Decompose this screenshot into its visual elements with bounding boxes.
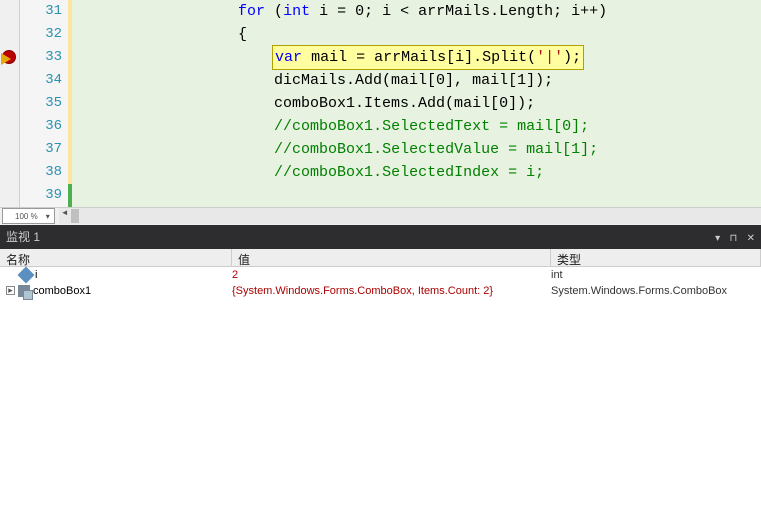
col-value[interactable]: 值 <box>232 249 551 266</box>
editor-footer-bar: 100 % ▾ ◄ <box>0 207 761 225</box>
zoom-value: 100 % <box>15 212 38 221</box>
execution-arrow-icon <box>1 53 11 65</box>
watch-name: comboBox1 <box>33 285 91 297</box>
window-options-icon[interactable]: ▾ <box>715 233 720 244</box>
code-line[interactable]: { <box>72 23 761 46</box>
close-icon[interactable]: ✕ <box>747 233 755 244</box>
watch-name: i <box>35 269 37 281</box>
code-editor[interactable]: 31323334353637383940414243444546 for (in… <box>0 0 761 207</box>
watch-panel-header[interactable]: 监视 1 ▾ ⊓ ✕ <box>0 225 761 249</box>
dropdown-icon: ▾ <box>46 212 50 221</box>
code-line[interactable]: var mail = arrMails[i].Split('|'); <box>72 46 761 69</box>
watch-panel-title: 监视 1 <box>6 228 40 245</box>
code-line[interactable]: dicMails.Add(mail[0], mail[1]); <box>72 69 761 92</box>
line-number: 32 <box>20 23 62 46</box>
code-line[interactable]: //comboBox1.SelectedIndex = i; <box>72 161 761 184</box>
variable-icon <box>18 266 35 283</box>
line-number: 36 <box>20 115 62 138</box>
watch-rows: i 2int ▸ comboBox1 {System.Windows.Forms.Com… <box>0 267 761 299</box>
watch-columns-header: 名称 值 类型 <box>0 249 761 267</box>
expand-icon[interactable]: ▸ <box>6 286 15 295</box>
line-number: 31 <box>20 0 62 23</box>
code-line[interactable] <box>72 184 761 207</box>
code-line[interactable]: for (int i = 0; i < arrMails.Length; i++… <box>72 0 761 23</box>
line-number: 34 <box>20 69 62 92</box>
watch-type: int <box>551 269 761 281</box>
watch-empty-area[interactable] <box>0 299 761 505</box>
line-number-gutter: 31323334353637383940414243444546 <box>20 0 68 207</box>
scroll-left-icon[interactable]: ◄ <box>61 208 69 217</box>
code-line[interactable]: //comboBox1.SelectedText = mail[0]; <box>72 115 761 138</box>
scrollbar-thumb[interactable] <box>71 209 79 223</box>
watch-row[interactable]: i 2int <box>0 267 761 283</box>
watch-value: {System.Windows.Forms.ComboBox, Items.Co… <box>232 285 551 297</box>
breakpoint-gutter[interactable] <box>0 0 20 207</box>
pin-icon[interactable]: ⊓ <box>729 233 737 244</box>
line-number: 38 <box>20 161 62 184</box>
col-name[interactable]: 名称 <box>0 249 232 266</box>
watch-type: System.Windows.Forms.ComboBox <box>551 285 761 297</box>
code-line[interactable]: comboBox1.Items.Add(mail[0]); <box>72 92 761 115</box>
code-line[interactable]: //comboBox1.SelectedValue = mail[1]; <box>72 138 761 161</box>
line-number: 33 <box>20 46 62 69</box>
object-icon <box>18 285 30 297</box>
line-number: 37 <box>20 138 62 161</box>
watch-value: 2 <box>232 269 551 281</box>
watch-row[interactable]: ▸ comboBox1 {System.Windows.Forms.ComboBox… <box>0 283 761 299</box>
execution-highlight: var mail = arrMails[i].Split('|'); <box>272 45 584 70</box>
line-number: 35 <box>20 92 62 115</box>
col-type[interactable]: 类型 <box>551 249 761 266</box>
line-number: 39 <box>20 184 62 207</box>
horizontal-scrollbar[interactable]: ◄ <box>59 208 761 224</box>
zoom-select[interactable]: 100 % ▾ <box>2 208 55 224</box>
code-area[interactable]: for (int i = 0; i < arrMails.Length; i++… <box>72 0 761 207</box>
